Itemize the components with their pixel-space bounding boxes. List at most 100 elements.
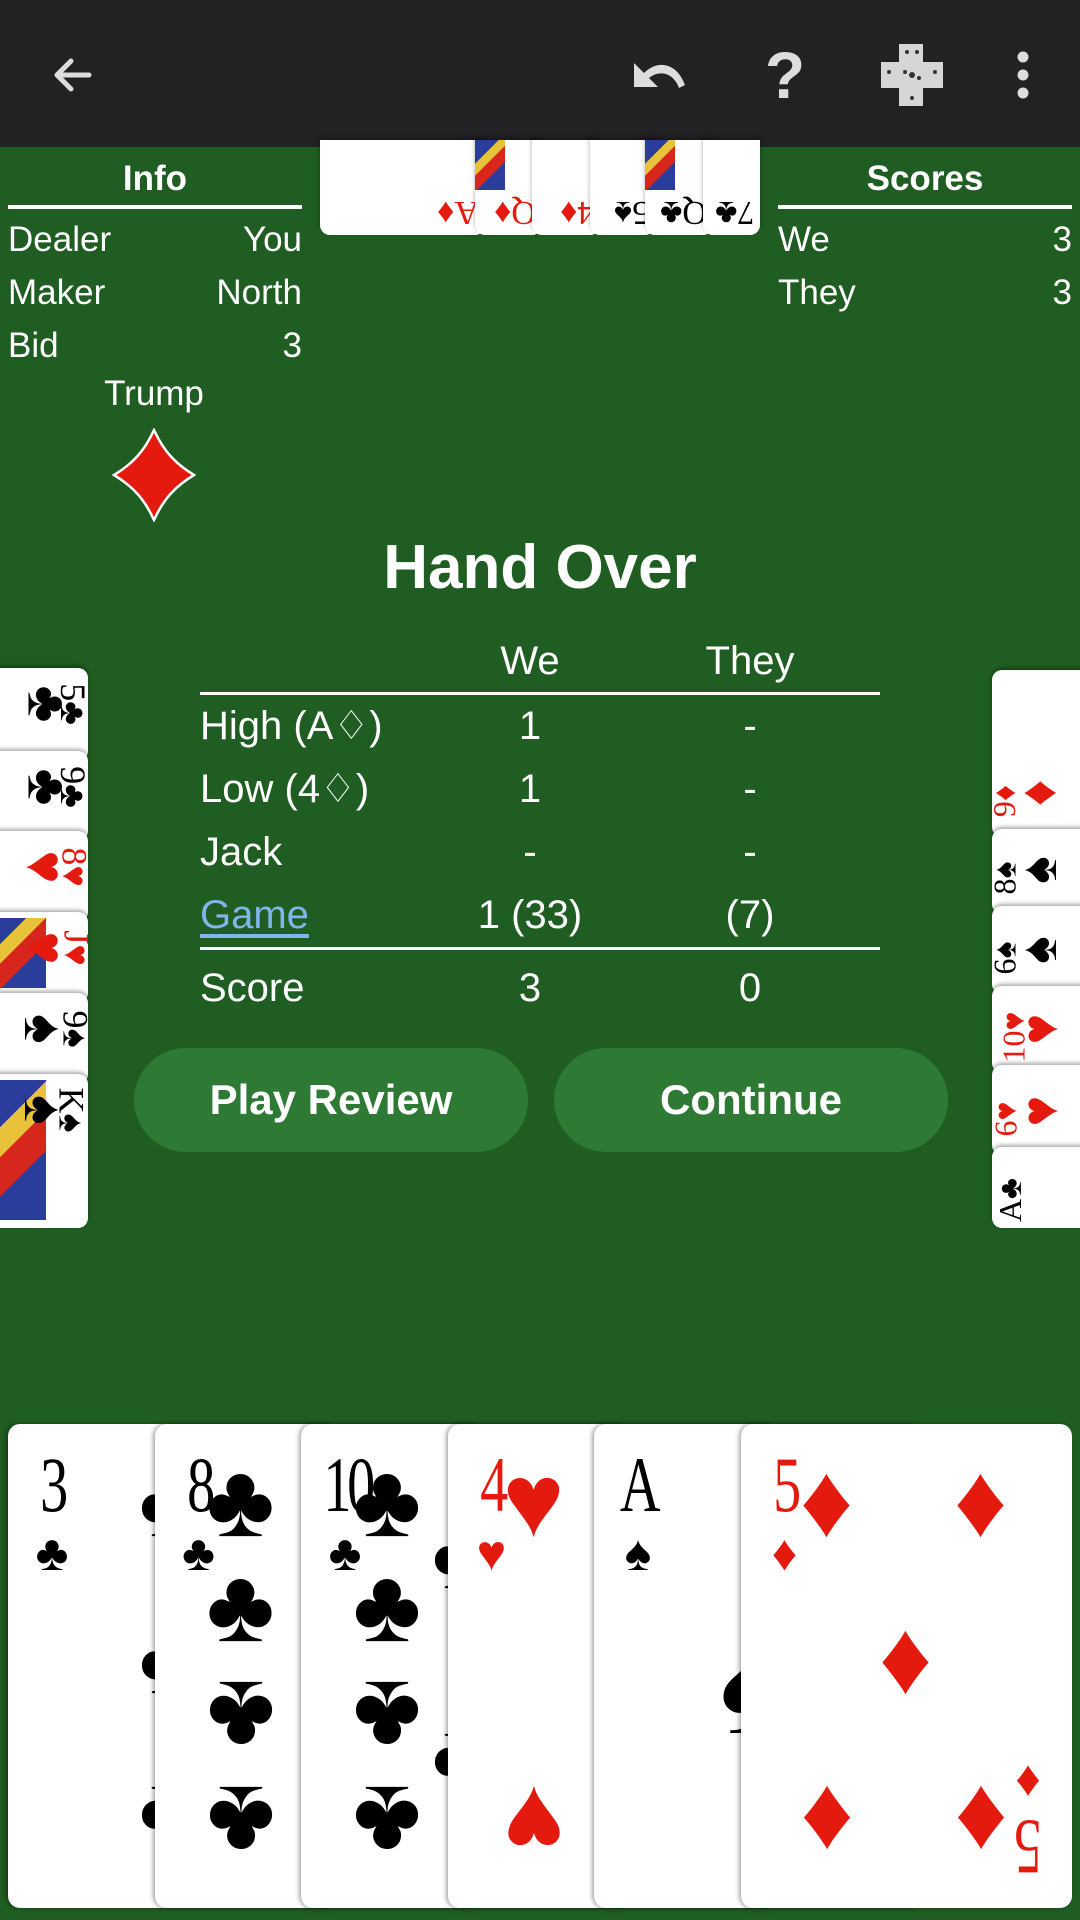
card-index: J♥ bbox=[56, 930, 88, 966]
diamond-pip-icon: ♦ bbox=[799, 1443, 854, 1559]
score-value: 3 bbox=[1052, 273, 1072, 312]
card-index: 5♠ bbox=[613, 194, 649, 231]
card-index: 8♥ bbox=[54, 847, 88, 887]
info-value: You bbox=[242, 220, 302, 259]
card-rank: 5 bbox=[1013, 1804, 1042, 1891]
row-they: 0 bbox=[738, 966, 762, 1010]
face-card-art bbox=[645, 140, 675, 190]
trump-diamond-icon bbox=[111, 426, 197, 527]
card-index: A♣ bbox=[992, 1177, 1029, 1223]
info-value: 3 bbox=[282, 326, 302, 365]
club-pip-icon: ♣ bbox=[206, 1764, 275, 1880]
west-card-9-clubs: ♣ 9♣ bbox=[0, 751, 88, 841]
club-pip-icon: ♣ bbox=[206, 1548, 275, 1664]
card-index: 3 ♣ bbox=[22, 1441, 82, 1581]
table-row-high: High (A♢) 1 - bbox=[200, 695, 880, 758]
table-row-low: Low (4♢) 1 - bbox=[200, 758, 880, 821]
heart-pip-icon: ♥ bbox=[1012, 1013, 1070, 1045]
play-review-button[interactable]: Play Review bbox=[134, 1048, 528, 1152]
table-row-score: Score 3 0 bbox=[200, 950, 880, 1020]
undo-icon[interactable] bbox=[625, 40, 695, 110]
west-card-9-spades: ♠ 9♠ bbox=[0, 993, 88, 1084]
card-index: 9♠ bbox=[55, 1010, 88, 1048]
east-card-6-hearts: 6♥ ♥ bbox=[992, 1065, 1080, 1155]
west-card-J-hearts: ♥ J♥ bbox=[0, 912, 88, 1003]
diamond-pip-icon: ♦ bbox=[953, 1443, 1008, 1559]
card-index: 7♣ bbox=[714, 194, 754, 231]
row-label: Low (4♢) bbox=[200, 767, 370, 811]
row-label: High (A♢) bbox=[200, 704, 383, 748]
club-pip-icon: ♣ bbox=[206, 1659, 275, 1775]
app-toolbar: ? bbox=[0, 0, 1080, 147]
diamond-pip-icon: ♦ bbox=[1010, 779, 1068, 807]
card-index: 5♣ bbox=[53, 683, 88, 725]
game-link[interactable]: Game bbox=[200, 893, 309, 937]
score-row-they: They 3 bbox=[778, 262, 1072, 315]
more-vert-icon[interactable] bbox=[988, 40, 1058, 110]
heart-pip-icon: ♥ bbox=[502, 1443, 565, 1559]
card-index: A ♠ bbox=[608, 1441, 668, 1581]
card-index: 4♦ bbox=[559, 194, 594, 231]
help-icon[interactable]: ? bbox=[750, 38, 820, 112]
row-they: (7) bbox=[725, 893, 775, 937]
card-index: Q♦ bbox=[494, 194, 536, 231]
row-we: 1 bbox=[518, 767, 542, 811]
east-card-8-spades: 8♠ ♠ bbox=[992, 829, 1080, 914]
table-row-game: Game 1 (33) (7) bbox=[200, 884, 880, 950]
row-they: - bbox=[743, 767, 757, 811]
arrow-back-icon[interactable] bbox=[38, 40, 108, 110]
club-icon: ♣ bbox=[35, 1525, 69, 1581]
hand-over-title: Hand Over bbox=[383, 533, 697, 602]
spade-icon: ♠ bbox=[624, 1525, 652, 1581]
row-we: - bbox=[523, 830, 537, 874]
info-value: North bbox=[216, 273, 302, 312]
scores-title: Scores bbox=[778, 150, 1072, 209]
row-we: 1 bbox=[518, 704, 542, 748]
row-they: - bbox=[743, 704, 757, 748]
north-card-A-diamonds: A♦ bbox=[320, 140, 485, 235]
diamond-pip-icon: ♦ bbox=[878, 1600, 933, 1716]
info-row-dealer: Dealer You bbox=[8, 209, 302, 262]
row-label: Score bbox=[200, 966, 305, 1010]
info-row-bid: Bid 3 bbox=[8, 315, 302, 368]
info-label: Bid bbox=[8, 326, 59, 365]
diamond-icon: ♦ bbox=[1014, 1755, 1041, 1811]
diamond-pip-icon: ♦ bbox=[799, 1764, 854, 1880]
hand-result-table: We They High (A♢) 1 - Low (4♢) 1 - Jack … bbox=[200, 630, 880, 1020]
card-rank: A bbox=[619, 1441, 661, 1528]
score-row-we: We 3 bbox=[778, 209, 1072, 262]
header-blank bbox=[200, 630, 480, 692]
east-card-10-hearts: 10♥ ♥ bbox=[992, 986, 1080, 1073]
playing-card-5-diamonds[interactable]: 5 ♦ ♦ ♦ ♦ ♦ ♦ 5 ♦ bbox=[740, 1424, 1072, 1908]
west-card-K-spades: ♠ K♠ bbox=[0, 1074, 88, 1228]
east-card-6-spades: 6♠ ♠ bbox=[992, 906, 1080, 994]
info-label: Maker bbox=[8, 273, 106, 312]
west-card-8-hearts: ♥ 8♥ bbox=[0, 831, 88, 922]
scores-panel: Scores We 3 They 3 bbox=[778, 150, 1072, 315]
card-index: K♠ bbox=[51, 1087, 88, 1133]
header-we: We bbox=[500, 639, 560, 683]
card-index: A♦ bbox=[437, 194, 479, 231]
north-card-7-clubs: 7♣ bbox=[703, 140, 760, 235]
header-they: They bbox=[705, 639, 795, 683]
card-layout-icon[interactable] bbox=[877, 40, 947, 110]
card-rank: 3 bbox=[40, 1441, 68, 1528]
score-label: They bbox=[778, 273, 856, 312]
info-row-maker: Maker North bbox=[8, 262, 302, 315]
table-row-jack: Jack - - bbox=[200, 821, 880, 884]
continue-button[interactable]: Continue bbox=[554, 1048, 948, 1152]
spade-pip-icon: ♠ bbox=[1010, 936, 1068, 964]
row-we: 1 (33) bbox=[477, 893, 583, 937]
table-header: We They bbox=[200, 630, 880, 695]
face-card-art bbox=[475, 140, 505, 190]
row-we: 3 bbox=[518, 966, 542, 1010]
west-card-5-clubs: ♣ 5♣ bbox=[0, 668, 88, 761]
east-card-9-diamonds: 9♦ ♦ bbox=[992, 670, 1080, 837]
club-pip-icon: ♣ bbox=[206, 1443, 275, 1559]
heart-pip-icon: ♥ bbox=[1012, 1095, 1070, 1127]
row-label: Jack bbox=[200, 830, 283, 874]
card-index-bottom: 5 ♦ bbox=[998, 1755, 1058, 1891]
info-panel: Info Dealer You Maker North Bid 3 bbox=[8, 150, 302, 368]
info-title: Info bbox=[8, 150, 302, 209]
east-card-A-clubs: A♣ bbox=[992, 1147, 1080, 1228]
